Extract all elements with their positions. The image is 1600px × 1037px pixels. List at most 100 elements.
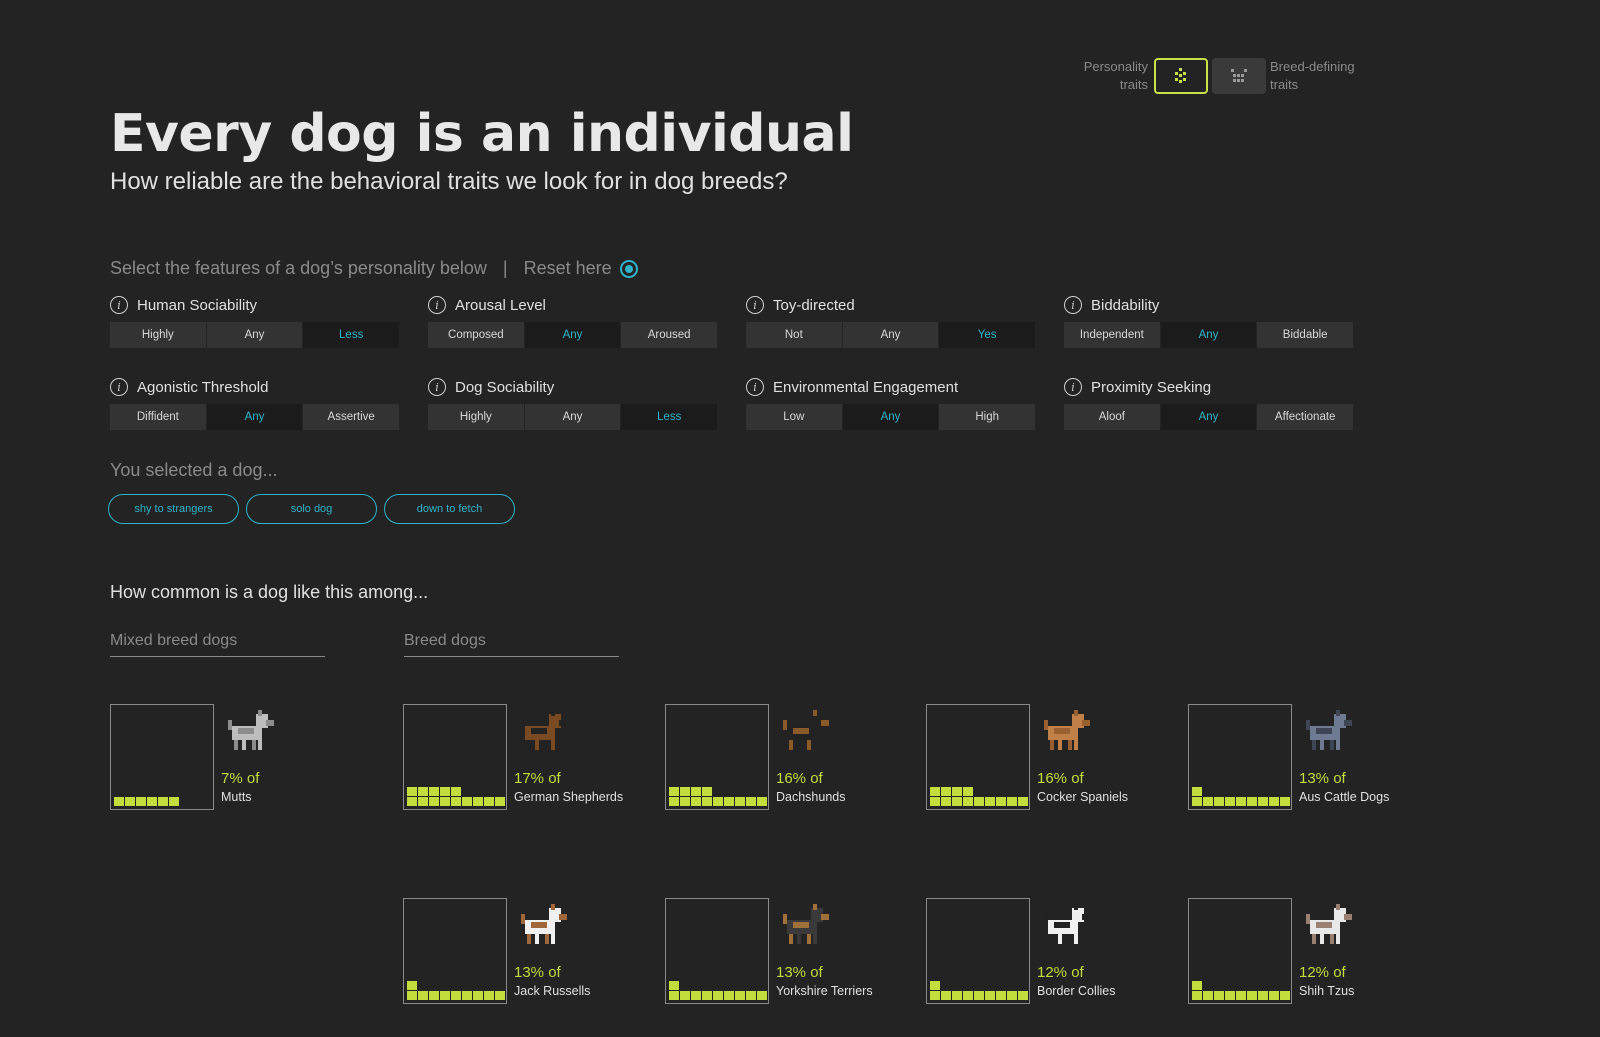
- waffle-cell: [713, 991, 723, 1000]
- reset-link[interactable]: Reset here: [524, 258, 612, 279]
- breed-name: Mutts: [221, 790, 252, 804]
- breed-dogs-header: Breed dogs: [404, 632, 619, 657]
- option-any[interactable]: Any: [1160, 404, 1257, 430]
- option-composed[interactable]: Composed: [428, 322, 524, 348]
- trait-segment-control: Independent Any Biddable: [1064, 322, 1354, 348]
- german-shepherd-icon: [513, 704, 575, 761]
- percent-label: 13% of: [514, 964, 561, 981]
- trait-label: Agonistic Threshold: [137, 378, 269, 396]
- option-high[interactable]: High: [939, 404, 1036, 430]
- waffle-cell: [1280, 991, 1290, 1000]
- waffle-cell: [1247, 797, 1257, 806]
- option-aroused[interactable]: Aroused: [621, 322, 718, 348]
- option-highly[interactable]: Highly: [110, 322, 206, 348]
- option-any[interactable]: Any: [842, 404, 939, 430]
- breed-name: Dachshunds: [776, 790, 846, 804]
- waffle-cell: [963, 787, 973, 796]
- waffle-bars: [407, 786, 506, 806]
- waffle-cell: [1225, 797, 1235, 806]
- waffle-cell: [1214, 991, 1224, 1000]
- waffle-row: [407, 786, 506, 796]
- result-card: 13% of Jack Russells: [403, 898, 643, 1006]
- reset-radio-icon[interactable]: [619, 259, 638, 278]
- option-assertive[interactable]: Assertive: [303, 404, 400, 430]
- waffle-cell: [429, 787, 439, 796]
- breed-name: Aus Cattle Dogs: [1299, 790, 1390, 804]
- result-card: 17% of German Shepherds: [403, 704, 643, 812]
- waffle-cell: [930, 787, 940, 796]
- info-icon[interactable]: i: [428, 378, 446, 396]
- info-icon[interactable]: i: [110, 296, 128, 314]
- result-card: 13% of Yorkshire Terriers: [665, 898, 905, 1006]
- option-any[interactable]: Any: [524, 322, 621, 348]
- info-icon[interactable]: i: [746, 378, 764, 396]
- trait-environmental-engagement: i Environmental Engagement Low Any High: [746, 376, 1036, 430]
- breed-name: Jack Russells: [514, 984, 591, 998]
- waffle-box: [665, 898, 769, 1004]
- trait-arousal-level: i Arousal Level Composed Any Aroused: [428, 294, 718, 348]
- waffle-row: [669, 990, 768, 1000]
- option-affectionate[interactable]: Affectionate: [1257, 404, 1354, 430]
- waffle-cell: [1007, 991, 1017, 1000]
- waffle-cell: [735, 991, 745, 1000]
- waffle-cell: [1247, 991, 1257, 1000]
- option-any[interactable]: Any: [524, 404, 621, 430]
- waffle-box: [665, 704, 769, 810]
- option-less[interactable]: Less: [621, 404, 718, 430]
- option-diffident[interactable]: Diffident: [110, 404, 206, 430]
- option-yes[interactable]: Yes: [939, 322, 1036, 348]
- result-card: 7% of Mutts: [110, 704, 350, 812]
- option-any[interactable]: Any: [842, 322, 939, 348]
- option-aloof[interactable]: Aloof: [1064, 404, 1160, 430]
- waffle-bars: [930, 980, 1029, 1000]
- waffle-cell: [484, 797, 494, 806]
- breed-defining-traits-label: Breed-defining traits: [1270, 59, 1355, 92]
- selected-chips: shy to strangers solo dog down to fetch: [108, 494, 522, 524]
- personality-traits-button[interactable]: [1154, 58, 1208, 94]
- percent-label: 16% of: [776, 770, 823, 787]
- waffle-cell: [1236, 797, 1246, 806]
- waffle-row: [1192, 786, 1291, 796]
- waffle-cell: [974, 991, 984, 1000]
- waffle-cell: [1192, 981, 1202, 990]
- trait-segment-control: Composed Any Aroused: [428, 322, 718, 348]
- option-any[interactable]: Any: [206, 322, 303, 348]
- option-any[interactable]: Any: [206, 404, 303, 430]
- info-icon[interactable]: i: [428, 296, 446, 314]
- info-icon[interactable]: i: [746, 296, 764, 314]
- waffle-cell: [735, 797, 745, 806]
- waffle-cell: [952, 991, 962, 1000]
- option-independent[interactable]: Independent: [1064, 322, 1160, 348]
- info-icon[interactable]: i: [1064, 296, 1082, 314]
- option-less[interactable]: Less: [303, 322, 400, 348]
- waffle-row: [669, 786, 768, 796]
- waffle-cell: [1203, 797, 1213, 806]
- info-icon[interactable]: i: [110, 378, 128, 396]
- option-highly[interactable]: Highly: [428, 404, 524, 430]
- trait-toy-directed: i Toy-directed Not Any Yes: [746, 294, 1036, 348]
- waffle-cell: [407, 981, 417, 990]
- waffle-cell: [1018, 991, 1028, 1000]
- chip-shy-to-strangers[interactable]: shy to strangers: [108, 494, 239, 524]
- option-biddable[interactable]: Biddable: [1257, 322, 1354, 348]
- waffle-bars: [407, 980, 506, 1000]
- chip-down-to-fetch[interactable]: down to fetch: [384, 494, 515, 524]
- breed-defining-traits-button[interactable]: [1212, 58, 1266, 94]
- waffle-cell: [484, 991, 494, 1000]
- waffle-row: [930, 786, 1029, 796]
- result-card: 16% of Dachshunds: [665, 704, 905, 812]
- waffle-cell: [941, 797, 951, 806]
- chip-solo-dog[interactable]: solo dog: [246, 494, 377, 524]
- page-subtitle: How reliable are the behavioral traits w…: [110, 168, 788, 195]
- option-not[interactable]: Not: [746, 322, 842, 348]
- waffle-cell: [451, 787, 461, 796]
- option-low[interactable]: Low: [746, 404, 842, 430]
- waffle-bars: [1192, 786, 1291, 806]
- waffle-row: [114, 796, 180, 806]
- info-icon[interactable]: i: [1064, 378, 1082, 396]
- waffle-cell: [724, 991, 734, 1000]
- option-any[interactable]: Any: [1160, 322, 1257, 348]
- waffle-cell: [407, 991, 417, 1000]
- waffle-cell: [429, 797, 439, 806]
- waffle-bars: [669, 980, 768, 1000]
